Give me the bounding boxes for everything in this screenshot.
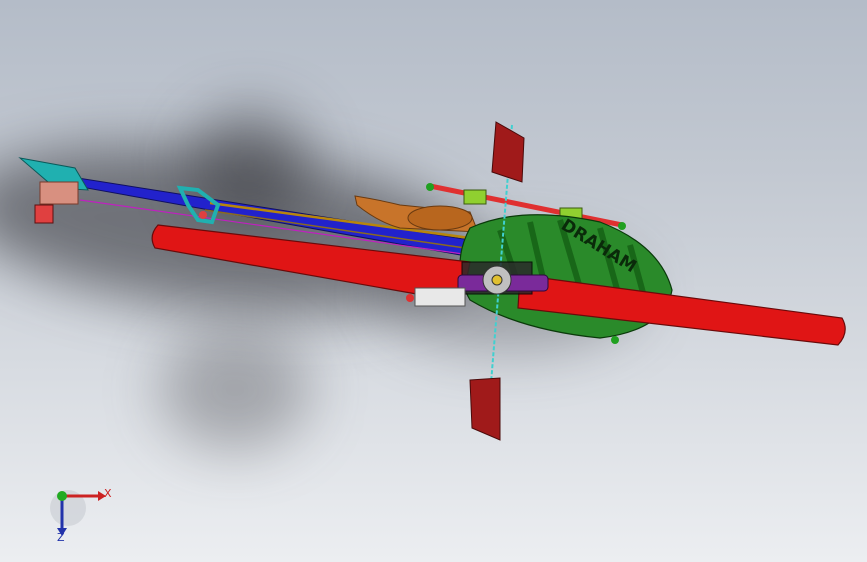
main-blade-right[interactable] <box>517 274 846 346</box>
flybar-end-right <box>618 222 626 230</box>
flybar-clamp-left[interactable] <box>463 189 487 205</box>
skid-end-left <box>406 294 414 302</box>
helicopter-model[interactable]: DRAHAM <box>0 0 867 562</box>
tail-rotor-hub[interactable] <box>34 204 54 224</box>
muffler-can[interactable] <box>407 205 473 231</box>
triad-z-label: Z <box>57 531 65 544</box>
skid-end-right <box>611 336 619 344</box>
graphics-viewport[interactable]: DRAHAM X Z <box>0 0 867 562</box>
tail-gearbox[interactable] <box>39 181 79 205</box>
triad-x-label: X <box>104 487 112 500</box>
paddle-bottom[interactable] <box>469 377 501 441</box>
rotor-hub-center <box>491 274 503 286</box>
paddle-top[interactable] <box>491 121 525 183</box>
frame-plate[interactable] <box>414 287 466 307</box>
stabilizer-clamp <box>199 211 207 219</box>
flybar-end-left <box>426 183 434 191</box>
